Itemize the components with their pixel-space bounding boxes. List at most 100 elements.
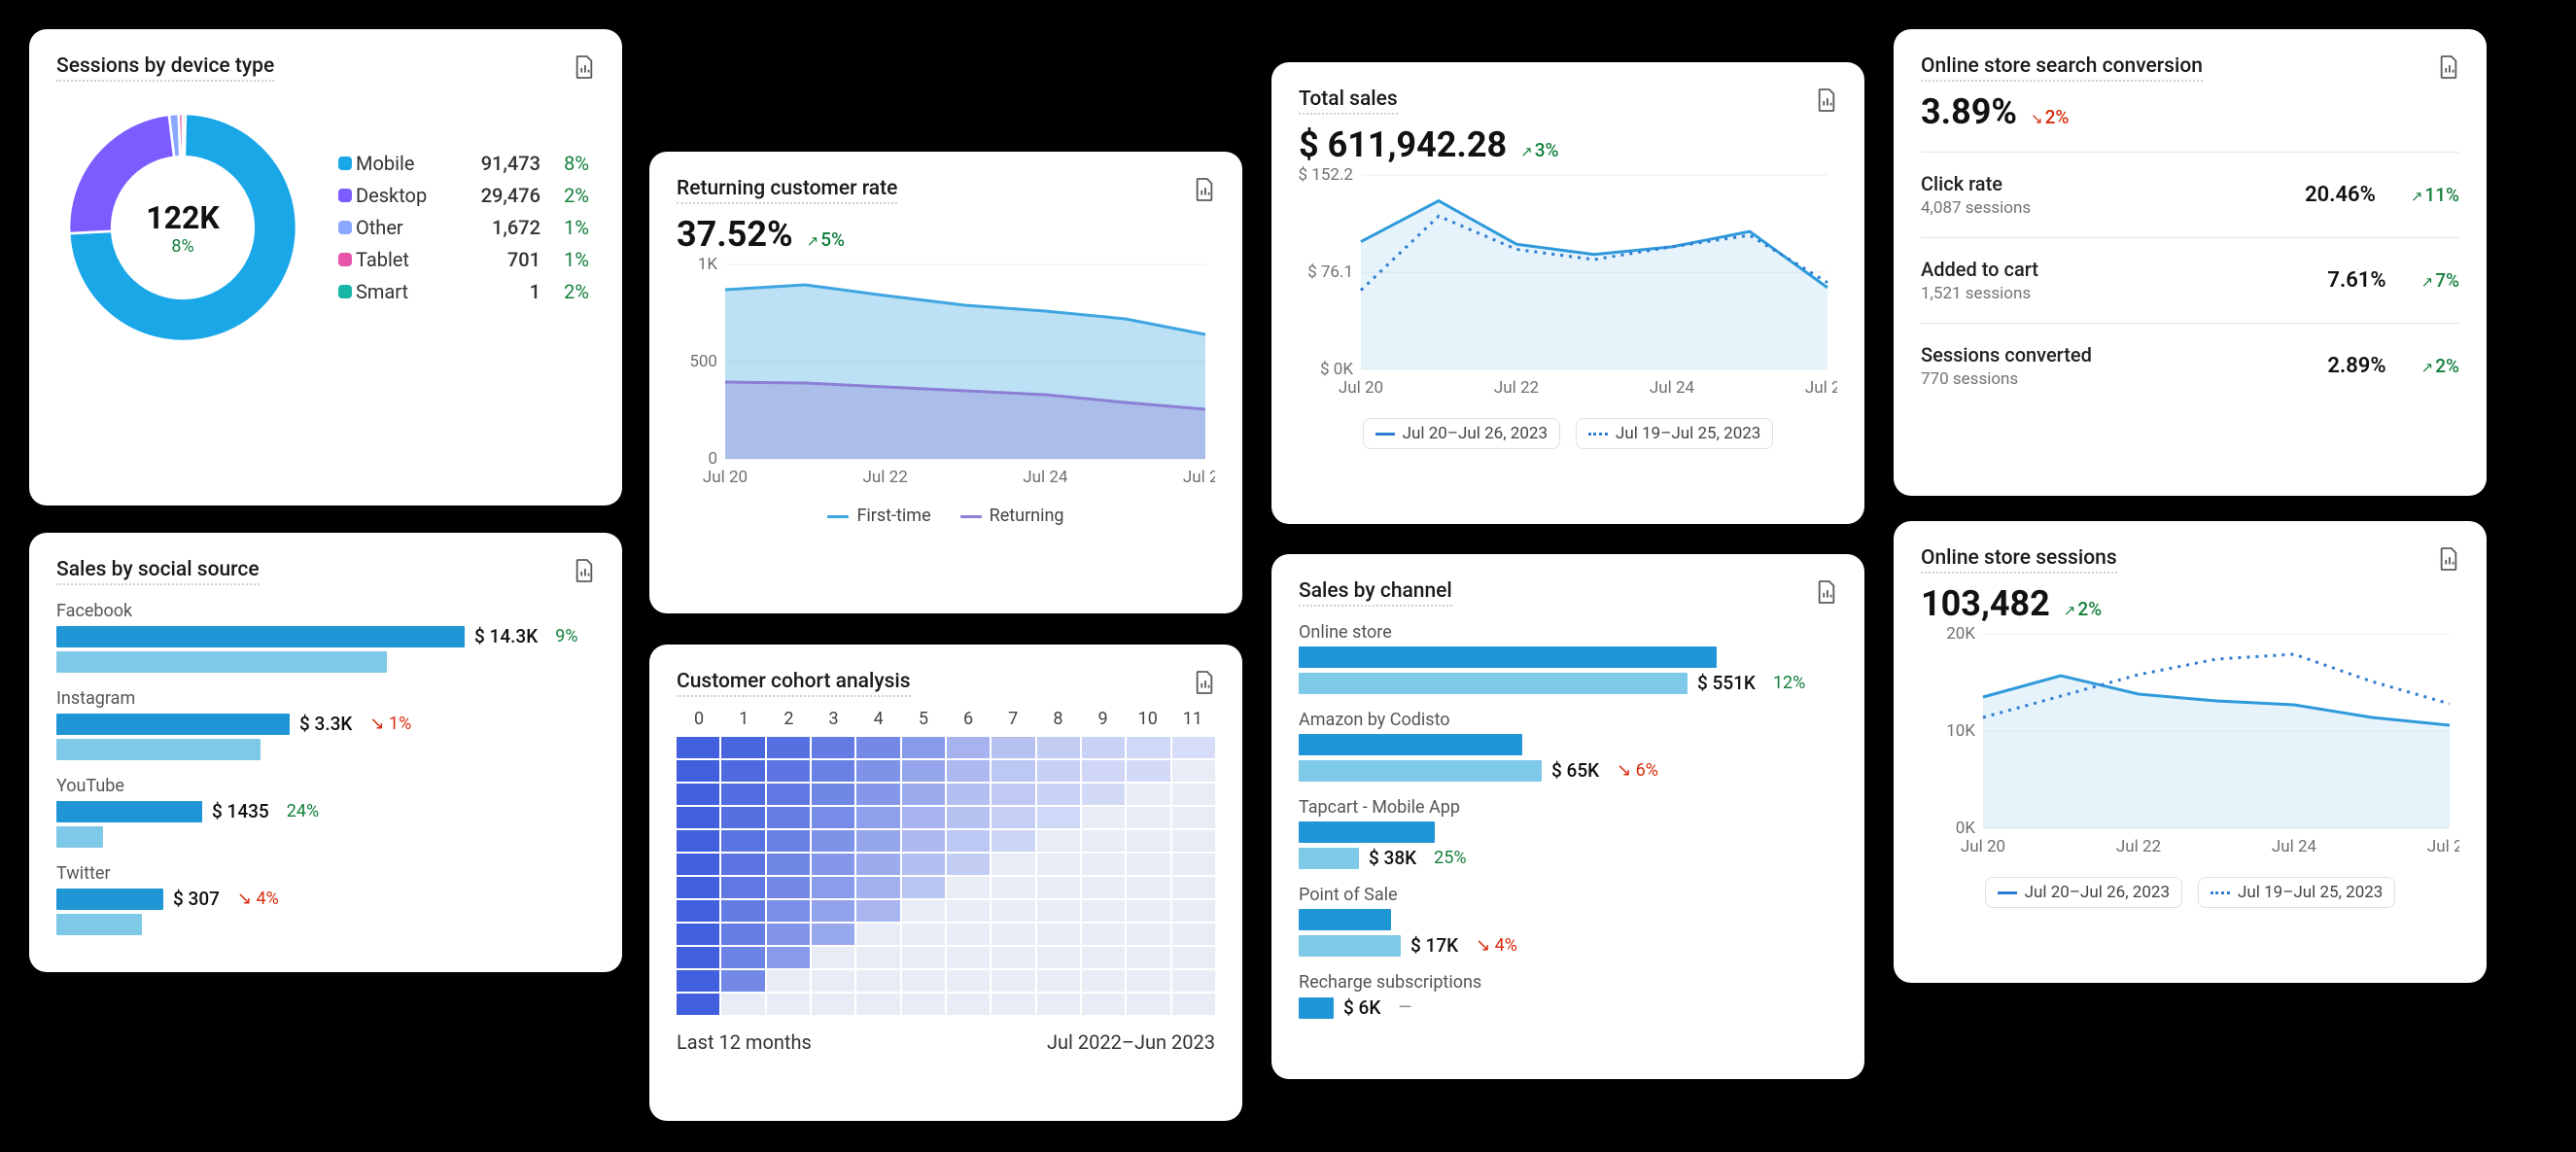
legend-swatch [960, 515, 982, 518]
cohort-cell [721, 737, 764, 758]
cohort-cell [812, 760, 854, 782]
cohort-cell [721, 994, 764, 1015]
svg-text:Jul 24: Jul 24 [1023, 468, 1068, 487]
card-title[interactable]: Sessions by device type [56, 54, 274, 82]
report-icon[interactable] [2438, 54, 2459, 80]
cohort-cell [767, 807, 810, 828]
cohort-cell [721, 807, 764, 828]
cohort-cell [947, 760, 990, 782]
cohort-cell [992, 830, 1034, 852]
metric-sublabel: 1,521 sessions [1921, 284, 2038, 303]
legend-previous-period[interactable]: Jul 19–Jul 25, 2023 [1576, 418, 1773, 449]
cohort-cell [677, 854, 719, 875]
legend-label: Tablet [356, 248, 463, 271]
cohort-cell [1037, 924, 1080, 945]
hbar-value: $ 6K [1343, 996, 1380, 1019]
legend-swatch [338, 253, 352, 266]
card-title[interactable]: Customer cohort analysis [677, 670, 911, 697]
hbar-group: Recharge subscriptions$ 6K— [1299, 972, 1837, 1019]
cohort-cell [1082, 900, 1125, 922]
legend-previous-period[interactable]: Jul 19–Jul 25, 2023 [2198, 877, 2395, 908]
hbar-current [1299, 821, 1435, 843]
cohort-footer-period: Last 12 months [677, 1030, 812, 1054]
metric-label: Click rate [1921, 172, 2031, 195]
report-icon[interactable] [1194, 670, 1215, 695]
card-title[interactable]: Returning customer rate [677, 177, 897, 204]
legend-delta: 8% [540, 152, 589, 175]
cohort-cell [947, 784, 990, 805]
legend-label: Desktop [356, 184, 463, 207]
cohort-cell [812, 784, 854, 805]
card-title[interactable]: Sales by channel [1299, 579, 1452, 607]
hbar-delta: ↘ 4% [1476, 935, 1517, 956]
cohort-cell [1127, 994, 1169, 1015]
svg-text:Jul 22: Jul 22 [2116, 837, 2161, 856]
cohort-cell [856, 854, 899, 875]
cohort-cell [1037, 877, 1080, 898]
cohort-cell [1172, 924, 1215, 945]
legend-item[interactable]: First-time [827, 506, 930, 526]
hbar-label: Point of Sale [1299, 885, 1837, 905]
legend-row: Mobile91,4738% [338, 152, 589, 175]
cohort-cell [721, 970, 764, 992]
cohort-cell [721, 947, 764, 968]
metric-value: 20.46% [2305, 183, 2376, 207]
hbar-previous [1299, 935, 1401, 957]
report-icon[interactable] [2438, 546, 2459, 572]
legend-value: 29,476 [463, 184, 540, 207]
legend-swatch [338, 157, 352, 170]
cohort-cell [767, 900, 810, 922]
report-icon[interactable] [574, 54, 595, 80]
legend-current-period[interactable]: Jul 20–Jul 26, 2023 [1985, 877, 2182, 908]
cohort-cell [677, 877, 719, 898]
total-sales-value: $ 611,942.28 [1299, 124, 1507, 165]
cohort-cell [1082, 947, 1125, 968]
cohort-cell [1127, 784, 1169, 805]
cohort-cell [721, 760, 764, 782]
cohort-col-header: 1 [721, 709, 766, 729]
card-title[interactable]: Total sales [1299, 87, 1398, 115]
cohort-cell [721, 830, 764, 852]
hbar-previous [56, 739, 261, 760]
hbar-label: Recharge subscriptions [1299, 972, 1837, 993]
cohort-cell [902, 737, 945, 758]
legend-label: Other [356, 216, 463, 239]
legend-current-period[interactable]: Jul 20–Jul 26, 2023 [1363, 418, 1560, 449]
svg-text:Jul 26: Jul 26 [1183, 468, 1215, 487]
cohort-cell [812, 947, 854, 968]
cohort-cell [1082, 877, 1125, 898]
hbar-group: Point of Sale$ 17K↘ 4% [1299, 885, 1837, 957]
legend-swatch [338, 189, 352, 202]
metric-delta: ↗7% [2421, 269, 2459, 292]
cohort-cell [1127, 924, 1169, 945]
card-title[interactable]: Sales by social source [56, 558, 260, 585]
cohort-cell [1037, 970, 1080, 992]
legend-item[interactable]: Returning [960, 506, 1064, 526]
hbar-current [1299, 909, 1391, 930]
cohort-col-header: 3 [812, 709, 856, 729]
cohort-cell [1037, 994, 1080, 1015]
card-title[interactable]: Online store sessions [1921, 546, 2117, 574]
hbar-delta: 12% [1773, 673, 1805, 693]
cohort-cell [1082, 807, 1125, 828]
report-icon[interactable] [1816, 87, 1837, 113]
cohort-cell [902, 877, 945, 898]
cohort-cell [812, 877, 854, 898]
cohort-cell [721, 784, 764, 805]
cohort-cell [1082, 970, 1125, 992]
cohort-column-headers: 01234567891011 [677, 709, 1215, 729]
report-icon[interactable] [574, 558, 595, 583]
cohort-cell [1037, 854, 1080, 875]
cohort-cell [856, 947, 899, 968]
cohort-cell [947, 900, 990, 922]
cohort-col-header: 9 [1081, 709, 1126, 729]
hbar-group: Facebook$ 14.3K9% [56, 601, 595, 673]
report-icon[interactable] [1194, 177, 1215, 202]
hbar-group: Instagram$ 3.3K↘ 1% [56, 688, 595, 760]
report-icon[interactable] [1816, 579, 1837, 605]
svg-text:$ 76.1: $ 76.1 [1307, 262, 1353, 282]
card-title[interactable]: Online store search conversion [1921, 54, 2203, 82]
hbar-value: $ 551K [1697, 672, 1756, 694]
cohort-cell [767, 877, 810, 898]
cohort-cell [767, 994, 810, 1015]
